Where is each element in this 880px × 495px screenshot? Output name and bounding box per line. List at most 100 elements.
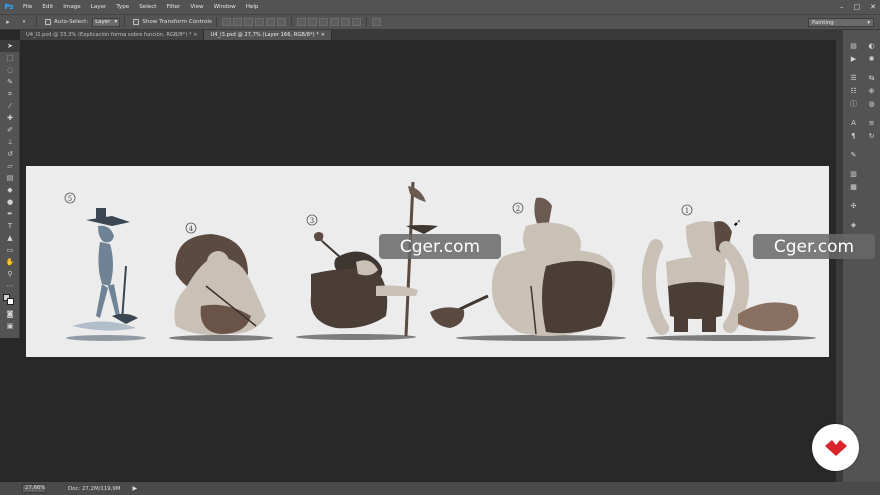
shape-icon[interactable]: ▭	[0, 244, 20, 256]
brush-icon[interactable]: ⇆	[866, 72, 878, 84]
status-menu-arrow-icon[interactable]: ▶	[133, 485, 138, 492]
character-2	[430, 197, 616, 336]
workspace-dropdown[interactable]: Painting ▾	[808, 18, 874, 27]
navigator-icon[interactable]: ↻	[866, 130, 878, 142]
move-tool-preset-icon[interactable]: ▸	[2, 17, 14, 27]
show-transform-checkbox[interactable]	[133, 19, 140, 25]
history-icon[interactable]: ▤	[848, 40, 860, 52]
distribute-vcenter-icon[interactable]	[307, 18, 317, 26]
layers-icon[interactable]: ◈	[848, 219, 860, 231]
menu-view[interactable]: View	[185, 0, 208, 14]
distribute-top-icon[interactable]	[296, 18, 306, 26]
menu-select[interactable]: Select	[134, 0, 161, 14]
zoom-field[interactable]: 27,66%	[22, 484, 46, 493]
character-3	[310, 181, 438, 337]
close-icon[interactable]: ×	[321, 32, 325, 38]
auto-select-value: Layer	[95, 19, 111, 25]
document-tabs: U4_l2.psd @ 33,3% (Explicación forma sob…	[20, 30, 842, 40]
tab-document-1[interactable]: U4_l2.psd @ 33,3% (Explicación forma sob…	[20, 30, 205, 40]
crop-icon[interactable]: ⌗	[0, 88, 20, 100]
eyedropper-icon[interactable]: ⁄	[0, 100, 20, 112]
properties-icon[interactable]: ☷	[848, 85, 860, 97]
dodge-icon[interactable]: ●	[0, 196, 20, 208]
menu-type[interactable]: Type	[111, 0, 134, 14]
history-brush-icon[interactable]: ↺	[0, 148, 20, 160]
pen-icon[interactable]: ✒	[0, 208, 20, 220]
menu-image[interactable]: Image	[58, 0, 86, 14]
more-tools-icon[interactable]: ⋯	[0, 280, 20, 292]
swatches-icon[interactable]: ✺	[866, 53, 878, 65]
auto-select-dropdown[interactable]: Layer ▾	[92, 17, 121, 27]
maximize-icon[interactable]: □	[854, 3, 861, 11]
align-left-icon[interactable]	[254, 18, 264, 26]
hand-icon[interactable]: ✋	[0, 256, 20, 268]
character-label-2: 2	[516, 205, 520, 213]
brand-logo-badge[interactable]	[812, 424, 859, 471]
tab-document-2[interactable]: U4_l3.psd @ 27,7% (Layer 166, RGB/8*) * …	[204, 30, 332, 40]
canvas-area[interactable]: 5 4 3 2 1	[21, 40, 836, 482]
quick-select-icon[interactable]: ✎	[0, 76, 20, 88]
screen-mode-icon[interactable]: ▣	[0, 320, 20, 332]
stamp-icon[interactable]: ⊥	[0, 136, 20, 148]
panel-column-1: ▤ ▶ ☰ ☷ ⓘ A ¶ ✎ ▥ ▦ ✣ ◈	[844, 40, 863, 232]
close-icon[interactable]: ✕	[870, 3, 876, 11]
align-vcenter-icon[interactable]	[232, 18, 242, 26]
chevron-down-icon[interactable]: ▾	[18, 17, 30, 27]
styles-icon[interactable]: ≡	[866, 117, 878, 129]
color-icon[interactable]: ◐	[866, 40, 878, 52]
eraser-icon[interactable]: ▱	[0, 160, 20, 172]
adjustments-icon[interactable]: ☰	[848, 72, 860, 84]
menu-layer[interactable]: Layer	[86, 0, 112, 14]
distribute-right-icon[interactable]	[351, 18, 361, 26]
auto-select-label: Auto-Select:	[54, 19, 89, 25]
auto-align-icon[interactable]	[371, 18, 381, 26]
menu-file[interactable]: File	[18, 0, 37, 14]
actions-icon[interactable]: ▶	[848, 53, 860, 65]
marquee-icon[interactable]: ⬚	[0, 52, 20, 64]
menu-window[interactable]: Window	[209, 0, 241, 14]
quick-mask-icon[interactable]: ◙	[0, 308, 20, 320]
distribute-left-icon[interactable]	[329, 18, 339, 26]
channels-icon[interactable]: ✣	[848, 200, 860, 212]
healing-icon[interactable]: ✚	[0, 112, 20, 124]
auto-select-checkbox[interactable]	[45, 19, 51, 25]
tab-label: U4_l2.psd @ 33,3% (Explicación forma sob…	[26, 32, 192, 38]
options-bar: ▸ ▾ Auto-Select: Layer ▾ Show Transform …	[0, 14, 880, 30]
gradient-icon[interactable]: ▤	[0, 172, 20, 184]
type-icon[interactable]: T	[0, 220, 20, 232]
zoom-icon[interactable]: ⚲	[0, 268, 20, 280]
close-icon[interactable]: ×	[193, 32, 197, 38]
paragraph-icon[interactable]: ¶	[848, 130, 860, 142]
character-icon[interactable]: A	[848, 117, 860, 129]
glyphs-icon[interactable]: ▦	[848, 181, 860, 193]
align-top-icon[interactable]	[221, 18, 231, 26]
lasso-icon[interactable]: ◌	[0, 64, 20, 76]
clone-source-icon[interactable]: ⊕	[866, 85, 878, 97]
chevron-down-icon: ▾	[114, 19, 118, 25]
minimize-icon[interactable]: –	[840, 3, 844, 11]
character-4	[174, 234, 266, 335]
brush-icon[interactable]: ✐	[0, 124, 20, 136]
background-color[interactable]	[7, 298, 14, 305]
blur-icon[interactable]: ◆	[0, 184, 20, 196]
move-icon[interactable]: ➤	[0, 40, 20, 52]
character-label-3: 3	[310, 217, 314, 225]
color-swatches[interactable]	[0, 292, 20, 308]
distribute-hcenter-icon[interactable]	[340, 18, 350, 26]
align-right-icon[interactable]	[276, 18, 286, 26]
document-canvas[interactable]: 5 4 3 2 1	[26, 166, 829, 357]
align-hcenter-icon[interactable]	[265, 18, 275, 26]
distribute-bottom-icon[interactable]	[318, 18, 328, 26]
tool-presets-icon[interactable]: ◍	[866, 98, 878, 110]
divider	[290, 17, 292, 27]
menu-edit[interactable]: Edit	[37, 0, 58, 14]
align-bottom-icon[interactable]	[243, 18, 253, 26]
character-label-5: 5	[68, 195, 72, 203]
brush-presets-icon[interactable]: ✎	[848, 149, 860, 161]
notes-icon[interactable]: ▥	[848, 168, 860, 180]
panel-column-2: ◐ ✺ ⇆ ⊕ ◍ ≡ ↻	[862, 40, 880, 143]
menu-filter[interactable]: Filter	[161, 0, 185, 14]
path-select-icon[interactable]: ▲	[0, 232, 20, 244]
info-icon[interactable]: ⓘ	[848, 98, 860, 110]
menu-help[interactable]: Help	[241, 0, 264, 14]
